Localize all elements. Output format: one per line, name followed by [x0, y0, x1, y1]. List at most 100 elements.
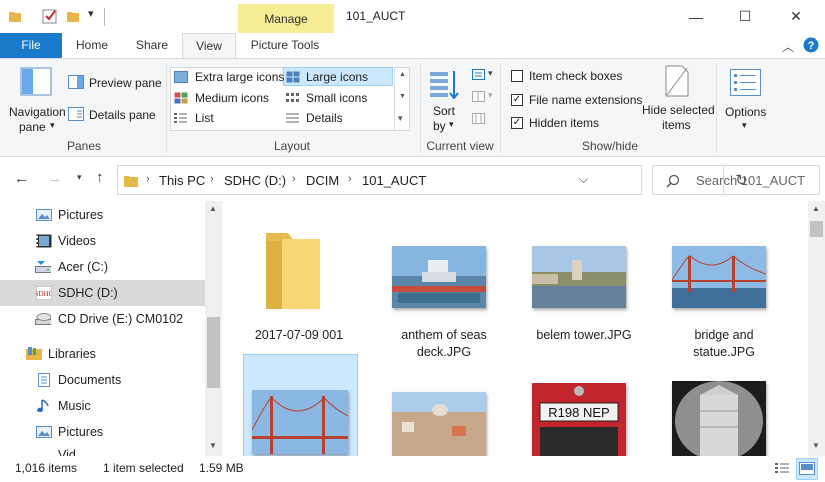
- layout-small-icons[interactable]: Small icons: [286, 90, 392, 108]
- maximize-button[interactable]: ☐: [722, 0, 768, 33]
- layout-list[interactable]: List: [174, 110, 282, 128]
- folder-icon[interactable]: [8, 9, 22, 23]
- divider: [420, 63, 421, 153]
- collapse-ribbon-icon[interactable]: ︿: [782, 38, 794, 55]
- item-check-boxes-toggle[interactable]: Item check boxes: [509, 68, 633, 86]
- breadcrumb-separator-icon[interactable]: ›: [348, 173, 352, 185]
- add-columns-button[interactable]: ▾: [470, 89, 498, 107]
- breadcrumb-separator-icon[interactable]: ›: [146, 173, 150, 185]
- tab-home[interactable]: Home: [66, 33, 118, 58]
- help-icon[interactable]: ?: [803, 37, 819, 53]
- file-item-folder[interactable]: 2017-07-09 001: [242, 211, 356, 351]
- address-bar[interactable]: › This PC › SDHC (D:) › DCIM › 101_AUCT …: [117, 165, 748, 195]
- hidden-items-checkbox[interactable]: ✓: [511, 117, 523, 129]
- sort-by-button[interactable]: Sort by ▾: [424, 65, 464, 135]
- file-item-image[interactable]: bridge and statue.JPG: [667, 211, 781, 359]
- breadcrumb-dcim[interactable]: DCIM: [306, 173, 339, 188]
- item-check-boxes-checkbox[interactable]: [511, 70, 523, 82]
- tab-view[interactable]: View: [182, 33, 236, 59]
- folder-icon: [266, 233, 320, 309]
- scroll-up-icon[interactable]: ▲: [812, 204, 820, 213]
- layout-medium-icons[interactable]: Medium icons: [174, 90, 282, 108]
- search-input[interactable]: Search 101_AUCT: [696, 173, 805, 188]
- scroll-up-icon[interactable]: ▲: [399, 71, 406, 78]
- close-button[interactable]: ✕: [773, 0, 819, 33]
- tab-share[interactable]: Share: [126, 33, 178, 58]
- list-icon: [174, 113, 187, 123]
- preview-pane-button[interactable]: Preview pane: [68, 73, 162, 93]
- nav-item-label: CD Drive (E:) CM0102: [58, 312, 184, 326]
- file-item-image[interactable]: [667, 361, 781, 456]
- minimize-button[interactable]: —: [673, 0, 719, 33]
- nav-item-pictures[interactable]: Pictures: [0, 202, 205, 228]
- scrollbar-thumb[interactable]: [207, 317, 220, 388]
- preview-pane-label: Preview pane: [89, 76, 162, 90]
- hide-selected-items-button[interactable]: Hide selected items: [640, 63, 715, 135]
- forward-icon[interactable]: →: [47, 170, 62, 187]
- dropdown-arrow-icon: ▾: [50, 120, 55, 130]
- size-columns-button[interactable]: [470, 111, 498, 129]
- layout-large-icons[interactable]: Large icons: [286, 69, 392, 87]
- dropdown-arrow-icon: ▾: [488, 90, 493, 100]
- large-icons-view-button[interactable]: [796, 458, 818, 480]
- file-item-image[interactable]: R198 NEP: [527, 361, 641, 456]
- nav-item-sdhc-d[interactable]: SDHC SDHC (D:): [0, 280, 205, 306]
- navigation-pane-button[interactable]: Navigation pane ▾: [4, 63, 66, 135]
- divider: [166, 63, 167, 153]
- file-item-image[interactable]: [387, 361, 501, 456]
- scroll-down-icon[interactable]: ▼: [209, 441, 217, 450]
- nav-item-documents[interactable]: Documents: [0, 367, 205, 393]
- navigation-scrollbar[interactable]: ▲ ▼: [205, 201, 222, 456]
- layout-option-label: Details: [306, 111, 343, 125]
- scroll-up-icon[interactable]: ▲: [209, 204, 217, 213]
- customize-qat-icon[interactable]: ▾: [88, 7, 94, 20]
- more-layouts-icon[interactable]: ▾: [398, 113, 403, 124]
- details-view-button[interactable]: [774, 460, 792, 478]
- hidden-items-toggle[interactable]: ✓ Hidden items: [509, 115, 633, 133]
- search-box[interactable]: Search 101_AUCT: [652, 165, 820, 195]
- nav-item-label: Music: [58, 399, 91, 413]
- tab-picture-tools[interactable]: Picture Tools: [242, 33, 328, 58]
- folder-icon: [124, 176, 138, 187]
- content-scrollbar[interactable]: ▲ ▼: [808, 201, 825, 456]
- image-thumbnail: [532, 246, 626, 308]
- layout-details[interactable]: Details: [286, 110, 392, 128]
- recent-locations-icon[interactable]: ▾: [77, 172, 82, 183]
- layout-group-label: Layout: [273, 139, 311, 153]
- properties-icon[interactable]: [42, 8, 58, 24]
- breadcrumb-separator-icon[interactable]: ›: [210, 173, 214, 185]
- layout-extra-large-icons[interactable]: Extra large icons: [174, 69, 284, 87]
- file-item-image[interactable]: belem tower.JPG: [527, 211, 641, 351]
- file-name-extensions-checkbox[interactable]: ✓: [511, 94, 523, 106]
- nav-item-libraries[interactable]: Libraries: [0, 341, 205, 367]
- tab-file[interactable]: File: [0, 33, 62, 58]
- file-name-extensions-toggle[interactable]: ✓ File name extensions: [509, 92, 643, 110]
- breadcrumb-separator-icon[interactable]: ›: [292, 173, 296, 185]
- group-by-icon: [472, 69, 485, 80]
- file-name-extensions-label: File name extensions: [529, 93, 643, 107]
- scroll-down-icon[interactable]: ▼: [812, 441, 820, 450]
- nav-item-cd-drive[interactable]: CD Drive (E:) CM0102: [0, 306, 205, 332]
- up-icon[interactable]: ↑: [96, 169, 104, 186]
- breadcrumb-sdhc[interactable]: SDHC (D:): [224, 173, 286, 188]
- group-by-button[interactable]: ▾: [470, 67, 498, 85]
- file-item-selected[interactable]: [243, 354, 358, 456]
- address-history-icon[interactable]: ⌵: [579, 172, 588, 187]
- nav-item-videos[interactable]: Videos: [0, 228, 205, 254]
- nav-item-pictures-library[interactable]: Pictures: [0, 419, 205, 445]
- back-icon[interactable]: ←: [14, 170, 29, 187]
- manage-contextual-tab[interactable]: Manage: [238, 4, 334, 33]
- add-columns-icon: [472, 91, 485, 102]
- details-pane-button[interactable]: Details pane: [68, 105, 160, 125]
- scrollbar-thumb[interactable]: [810, 221, 823, 237]
- breadcrumb-current-folder[interactable]: 101_AUCT: [362, 173, 426, 188]
- options-button[interactable]: Options ▾: [722, 63, 772, 135]
- new-folder-icon[interactable]: [66, 9, 80, 23]
- nav-item-music[interactable]: Music: [0, 393, 205, 419]
- scroll-down-icon[interactable]: ▼: [399, 93, 406, 100]
- file-item-image[interactable]: anthem of seas deck.JPG: [387, 211, 501, 359]
- layout-gallery-scroll[interactable]: ▲ ▼ ▾: [394, 67, 410, 131]
- image-thumbnail: [672, 381, 766, 456]
- nav-item-acer-c[interactable]: Acer (C:): [0, 254, 205, 280]
- breadcrumb-this-pc[interactable]: This PC: [159, 173, 205, 188]
